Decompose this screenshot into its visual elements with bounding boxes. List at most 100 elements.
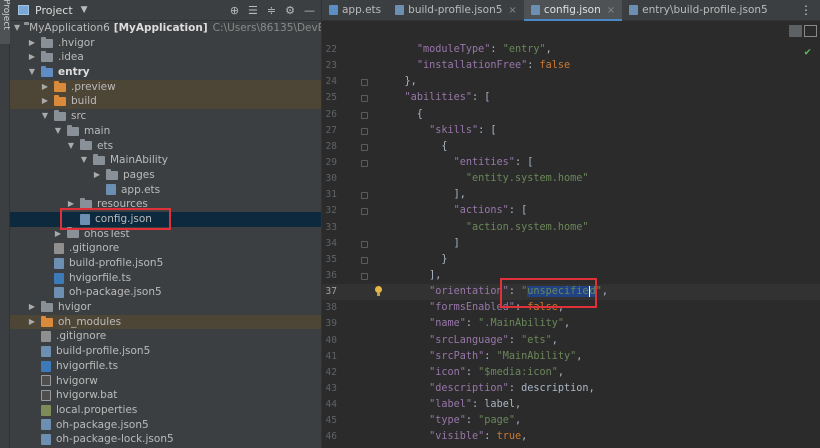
code-line[interactable]: 33 "action.system.home" — [322, 220, 820, 236]
chevron-down-icon[interactable]: ▼ — [79, 153, 89, 168]
tree-item[interactable]: ▼ ets — [10, 139, 321, 154]
reader-mode-icon[interactable] — [789, 25, 802, 37]
tree-item[interactable]: build-profile.json5 — [10, 344, 321, 359]
fold-marker-icon[interactable] — [361, 143, 368, 151]
chevron-right-icon[interactable]: ▶ — [27, 315, 37, 330]
preview-icon[interactable] — [804, 25, 817, 37]
fold-marker-icon[interactable] — [361, 127, 368, 135]
project-panel-title[interactable]: Project — [35, 4, 73, 17]
tree-item[interactable]: oh-package.json5 — [10, 285, 321, 300]
tree-item[interactable]: ▶ hvigor — [10, 300, 321, 315]
tree-item[interactable]: .gitignore — [10, 329, 321, 344]
editor-tab[interactable]: entry\build-profile.json5 — [622, 0, 775, 20]
code-line[interactable]: 22 "moduleType": "entry", ✔ — [322, 42, 820, 58]
chevron-right-icon[interactable]: ▶ — [40, 80, 50, 95]
close-icon[interactable]: × — [508, 5, 516, 16]
chevron-down-icon[interactable]: ▼ — [40, 109, 50, 124]
tree-item[interactable]: .gitignore — [10, 241, 321, 256]
tree-item[interactable]: hvigorw — [10, 374, 321, 389]
chevron-down-icon[interactable]: ▼ — [81, 5, 88, 15]
code-line[interactable]: 42 "icon": "$media:icon", — [322, 365, 820, 381]
line-number: 33 — [325, 221, 337, 233]
tree-item[interactable]: ▼ src — [10, 109, 321, 124]
line-number: 46 — [325, 431, 337, 443]
code-line[interactable]: 45 "type": "page", — [322, 413, 820, 429]
tree-item[interactable]: ▶ pages — [10, 168, 321, 183]
collapse-all-icon[interactable]: ☰ — [248, 4, 258, 17]
gear-icon[interactable]: ⚙ — [285, 4, 295, 17]
tree-item[interactable]: hvigorfile.ts — [10, 359, 321, 374]
tree-item[interactable]: ▼ MyApplication6 [MyApplication] C:\Users\8… — [10, 21, 321, 36]
code-line[interactable]: 27 "skills": [ — [322, 123, 820, 139]
tree-item[interactable]: hvigorw.bat — [10, 388, 321, 403]
code-area[interactable]: 22 "moduleType": "entry", ✔ 23 "installati… — [322, 42, 820, 446]
editor-tab[interactable]: app.ets — [322, 0, 388, 20]
tree-item[interactable]: ▶ oh_modules — [10, 314, 321, 330]
code-line[interactable]: 23 "installationFree": false — [322, 58, 820, 74]
chevron-right-icon[interactable]: ▶ — [27, 50, 37, 65]
tree-item[interactable]: app.ets — [10, 183, 321, 198]
tabs-more-menu-icon[interactable]: ⋮ — [792, 0, 820, 20]
code-line[interactable]: 39 "name": ".MainAbility", — [322, 316, 820, 332]
tree-item[interactable]: ▼ MainAbility — [10, 153, 321, 168]
tree-item[interactable]: ▶ build — [10, 94, 321, 110]
fold-marker-icon[interactable] — [361, 208, 368, 216]
code-token: : [ — [508, 205, 528, 217]
tree-item[interactable]: oh-package.json5 — [10, 418, 321, 433]
tree-item[interactable]: ▶ .idea — [10, 50, 321, 65]
fold-marker-icon[interactable] — [361, 159, 368, 167]
chevron-right-icon[interactable]: ▶ — [92, 168, 102, 183]
chevron-right-icon[interactable]: ▶ — [27, 300, 37, 315]
chevron-down-icon[interactable]: ▼ — [27, 65, 37, 80]
fold-marker-icon[interactable] — [361, 256, 368, 264]
chevron-down-icon[interactable]: ▼ — [53, 124, 63, 139]
code-line[interactable]: 43 "description": description, — [322, 381, 820, 397]
fold-marker-icon[interactable] — [361, 192, 368, 200]
project-tree: ▼ MyApplication6 [MyApplication] C:\Users\8… — [10, 21, 321, 447]
code-line[interactable]: 46 "visible": true, — [322, 429, 820, 445]
tree-item[interactable]: oh-package-lock.json5 — [10, 432, 321, 447]
expand-all-icon[interactable]: ≑ — [267, 4, 276, 17]
ets-file-icon — [106, 184, 116, 196]
fold-marker-icon[interactable] — [361, 79, 368, 87]
code-token: : — [465, 366, 479, 378]
code-text: "description": description, — [380, 381, 595, 397]
tree-item[interactable]: ▼ main — [10, 124, 321, 139]
minimize-icon[interactable]: — — [304, 4, 315, 17]
chevron-down-icon[interactable]: ▼ — [14, 21, 20, 36]
code-line[interactable]: 26 { — [322, 107, 820, 123]
chevron-down-icon[interactable]: ▼ — [66, 139, 76, 154]
tree-item[interactable]: ▼ entry — [10, 65, 321, 80]
fold-marker-icon[interactable] — [361, 240, 368, 248]
tree-item[interactable]: hvigorfile.ts — [10, 271, 321, 286]
fold-marker-icon[interactable] — [361, 272, 368, 280]
code-line[interactable]: 31 ], — [322, 187, 820, 203]
tree-item[interactable]: local.properties — [10, 403, 321, 418]
code-line[interactable]: 28 { — [322, 139, 820, 155]
code-line[interactable]: 25 "abilities": [ — [322, 90, 820, 106]
fold-marker-icon[interactable] — [361, 95, 368, 103]
code-line[interactable]: 34 ] — [322, 236, 820, 252]
editor-tab[interactable]: build-profile.json5 × — [388, 0, 524, 20]
code-line[interactable]: 24 }, — [322, 74, 820, 90]
tree-item[interactable]: build-profile.json5 — [10, 256, 321, 271]
fold-marker-icon[interactable] — [361, 111, 368, 119]
code-token: ], — [380, 269, 442, 281]
code-line[interactable]: 41 "srcPath": "MainAbility", — [322, 349, 820, 365]
editor-tab[interactable]: config.json × — [523, 0, 623, 21]
code-text: "srcPath": "MainAbility", — [380, 349, 582, 365]
code-line[interactable]: 44 "label": label, — [322, 397, 820, 413]
code-line[interactable]: 30 "entity.system.home" — [322, 171, 820, 187]
code-line[interactable]: 29 "entities": [ — [322, 155, 820, 171]
project-tool-tab[interactable]: Project — [0, 0, 11, 44]
code-line[interactable]: 40 "srcLanguage": "ets", — [322, 333, 820, 349]
code-line[interactable]: 35 } — [322, 252, 820, 268]
close-icon[interactable]: × — [607, 5, 615, 16]
target-icon[interactable]: ⊕ — [230, 4, 239, 17]
chevron-right-icon[interactable]: ▶ — [40, 94, 50, 109]
code-line[interactable]: 32 "actions": [ — [322, 203, 820, 219]
tree-item[interactable]: ▶ .preview — [10, 79, 321, 95]
tree-item[interactable]: ▶ .hvigor — [10, 36, 321, 51]
chevron-right-icon[interactable]: ▶ — [27, 36, 37, 51]
